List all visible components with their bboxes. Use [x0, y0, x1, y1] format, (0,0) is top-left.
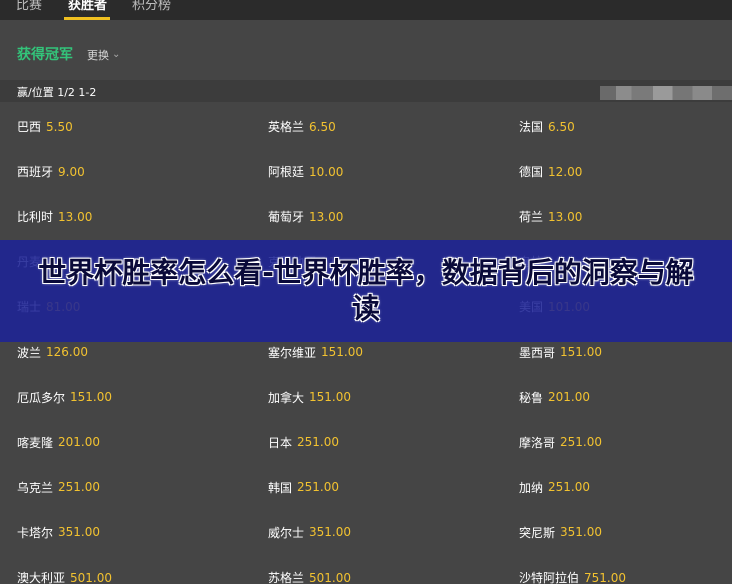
selection-cell[interactable]: 乌克兰 251.00 — [17, 465, 100, 510]
odds-value: 201.00 — [548, 390, 591, 405]
team-name: 荷兰 — [519, 210, 544, 225]
odds-value: 151.00 — [560, 345, 603, 359]
odds-value: 13.00 — [58, 209, 93, 224]
selection-cell[interactable]: 葡萄牙 13.00 — [268, 194, 343, 239]
chevron-down-icon: ⌄ — [112, 48, 121, 60]
selection-cell[interactable]: 苏格兰 501.00 — [268, 555, 351, 584]
odds-value: 12.00 — [548, 164, 583, 179]
odds-value: 126.00 — [46, 345, 89, 359]
selection-cell[interactable]: 加拿大 151.00 — [268, 375, 351, 420]
selection-cell[interactable]: 加纳 251.00 — [519, 465, 590, 510]
odds-value: 151.00 — [321, 345, 364, 359]
selection-cell[interactable]: 厄瓜多尔 151.00 — [17, 375, 112, 420]
selection-cell[interactable]: 荷兰 13.00 — [519, 194, 582, 239]
team-name: 法国 — [519, 120, 544, 134]
switch-label: 更换 — [87, 49, 109, 62]
odds-value: 13.00 — [309, 209, 344, 224]
selection-cell[interactable]: 沙特阿拉伯 751.00 — [519, 555, 626, 584]
odds-value: 6.50 — [548, 119, 575, 134]
selection-cell[interactable]: 摩洛哥 251.00 — [519, 420, 602, 465]
odds-value: 251.00 — [560, 435, 603, 450]
selection-cell[interactable]: 阿根廷 10.00 — [268, 149, 343, 194]
pixelated-region — [600, 86, 732, 100]
team-name: 波兰 — [17, 345, 42, 360]
selection-cell[interactable]: 韩国 251.00 — [268, 465, 339, 510]
selection-cell[interactable]: 卡塔尔 351.00 — [17, 510, 100, 555]
team-name: 西班牙 — [17, 165, 54, 180]
odds-value: 351.00 — [309, 525, 352, 540]
team-name: 巴西 — [17, 120, 42, 134]
team-name: 阿根廷 — [268, 165, 305, 180]
odds-value: 10.00 — [309, 164, 344, 179]
team-name: 德国 — [519, 165, 544, 180]
odds-value: 13.00 — [548, 209, 583, 224]
team-name: 乌克兰 — [17, 480, 54, 495]
team-name: 沙特阿拉伯 — [519, 571, 580, 584]
odds-value: 251.00 — [297, 435, 340, 450]
team-name: 喀麦隆 — [17, 435, 54, 450]
team-name: 苏格兰 — [268, 571, 305, 584]
odds-value: 351.00 — [58, 525, 101, 540]
selection-cell[interactable]: 喀麦隆 201.00 — [17, 420, 100, 465]
team-name: 威尔士 — [268, 525, 305, 540]
selection-cell[interactable]: 英格兰 6.50 — [268, 104, 336, 149]
odds-value: 5.50 — [46, 119, 73, 134]
odds-value: 151.00 — [70, 390, 113, 405]
team-name: 卡塔尔 — [17, 525, 54, 540]
odds-value: 251.00 — [58, 480, 101, 495]
selection-cell[interactable]: 德国 12.00 — [519, 149, 582, 194]
selection-cell[interactable]: 西班牙 9.00 — [17, 149, 85, 194]
odds-value: 251.00 — [548, 480, 591, 495]
team-name: 塞尔维亚 — [268, 345, 317, 360]
selection-cell[interactable]: 澳大利亚 501.00 — [17, 555, 112, 584]
odds-value: 6.50 — [309, 119, 336, 134]
selection-cell[interactable]: 秘鲁 201.00 — [519, 375, 590, 420]
team-name: 秘鲁 — [519, 390, 544, 405]
team-name: 加纳 — [519, 480, 544, 495]
selection-cell[interactable]: 日本 251.00 — [268, 420, 339, 465]
tab-matches[interactable]: 比赛 — [16, 0, 42, 12]
odds-value: 351.00 — [560, 525, 603, 540]
odds-value: 501.00 — [309, 570, 352, 584]
team-name: 摩洛哥 — [519, 435, 556, 450]
team-name: 突尼斯 — [519, 525, 556, 540]
odds-value: 501.00 — [70, 570, 113, 584]
team-name: 日本 — [268, 435, 293, 450]
team-name: 比利时 — [17, 210, 54, 225]
selection-cell[interactable]: 法国 6.50 — [519, 104, 575, 149]
team-name: 葡萄牙 — [268, 210, 305, 225]
selection-cell[interactable]: 突尼斯 351.00 — [519, 510, 602, 555]
odds-value: 201.00 — [58, 435, 101, 450]
odds-value: 151.00 — [309, 390, 352, 405]
team-name: 加拿大 — [268, 390, 305, 405]
team-name: 澳大利亚 — [17, 571, 66, 584]
switch-market-button[interactable]: 更换 ⌄ — [87, 47, 120, 63]
team-name: 英格兰 — [268, 120, 305, 134]
tab-standings[interactable]: 积分榜 — [132, 0, 171, 12]
team-name: 厄瓜多尔 — [17, 390, 66, 405]
tab-winner[interactable]: 获胜者 — [68, 0, 107, 12]
odds-value: 751.00 — [584, 570, 627, 584]
selection-cell[interactable]: 巴西 5.50 — [17, 104, 73, 149]
odds-value: 251.00 — [297, 480, 340, 495]
selection-cell[interactable]: 比利时 13.00 — [17, 194, 92, 239]
market-title: 获得冠军 — [17, 47, 73, 63]
team-name: 墨西哥 — [519, 345, 556, 360]
team-name: 韩国 — [268, 480, 293, 495]
each-way-terms: 赢/位置 1/2 1-2 — [17, 86, 97, 99]
selection-cell[interactable]: 威尔士 351.00 — [268, 510, 351, 555]
banner-title: 世界杯胜率怎么看-世界杯胜率，数据背后的洞察与解读 — [38, 256, 694, 325]
top-navigation: 比赛 获胜者 积分榜 — [0, 0, 732, 20]
odds-value: 9.00 — [58, 164, 85, 179]
overlay-banner: 世界杯胜率怎么看-世界杯胜率，数据背后的洞察与解读 — [0, 240, 732, 342]
